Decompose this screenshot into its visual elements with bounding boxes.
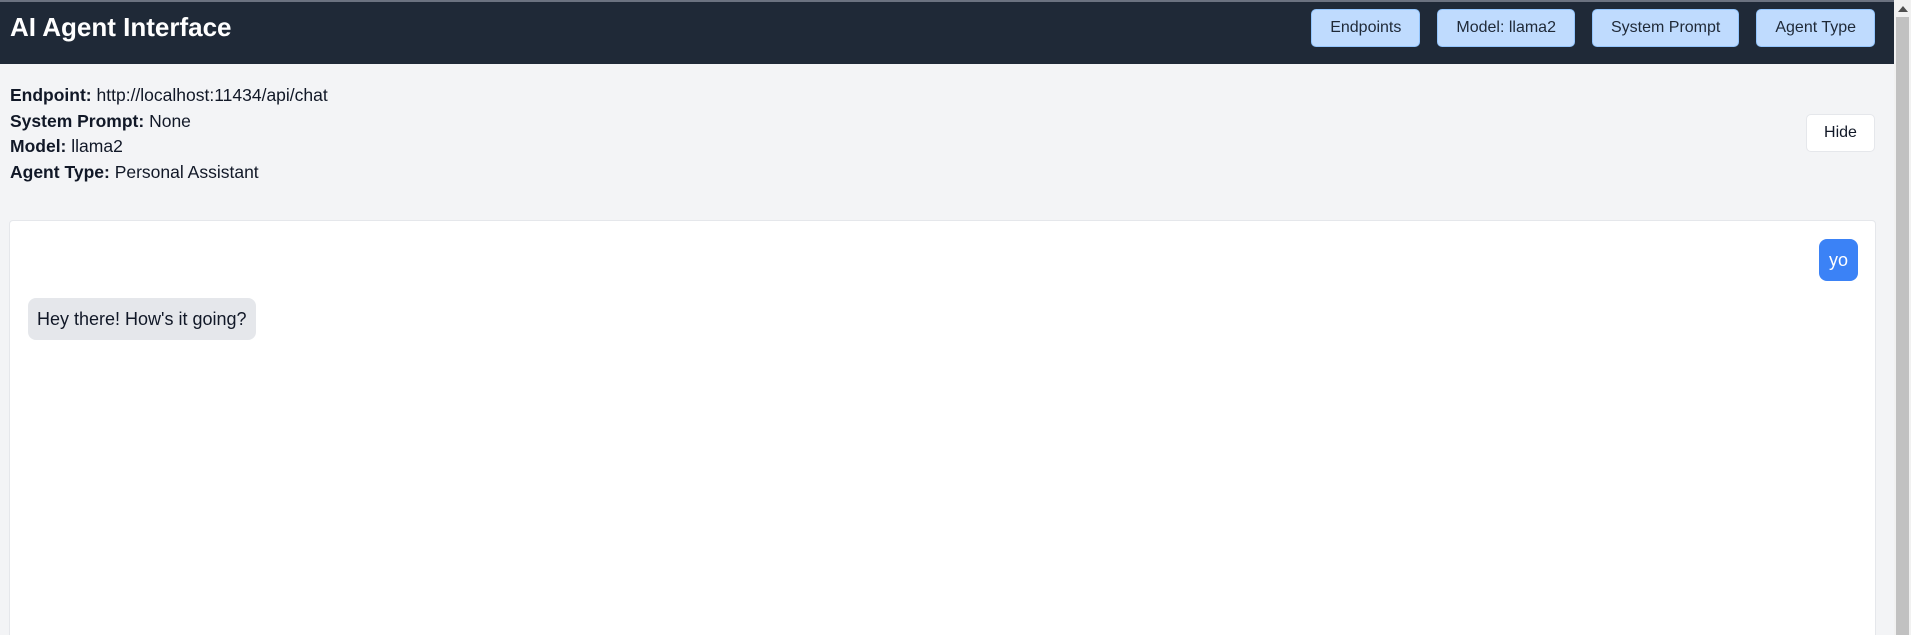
endpoint-info-value: http://localhost:11434/api/chat [96,85,328,105]
user-message-bubble: yo [1818,239,1858,281]
model-info-row: Model: llama2 [10,134,328,160]
agent-type-info-value: Personal Assistant [114,162,259,183]
hide-info-button[interactable]: Hide [1806,114,1875,152]
chat-messages-area[interactable]: yo Hey there! How's it going? [9,220,1876,635]
system-prompt-button[interactable]: System Prompt [1591,9,1740,47]
config-info-list: Endpoint: http://localhost:11434/api/cha… [10,83,328,186]
config-info-panel: Endpoint: http://localhost:11434/api/cha… [0,64,1894,202]
model-button[interactable]: Model: llama2 [1437,9,1575,47]
endpoint-info-row: Endpoint: http://localhost:11434/api/cha… [10,83,328,109]
page-scrollbar[interactable] [1894,0,1911,635]
system-prompt-info-label: System Prompt: [10,110,145,131]
agent-type-info-row: Agent Type: Personal Assistant [10,160,328,186]
model-info-label: Model: [10,136,67,157]
app-title: AI Agent Interface [10,12,232,42]
header-button-group: Endpoints Model: llama2 System Prompt Ag… [1311,9,1875,47]
app-page: AI Agent Interface Endpoints Model: llam… [0,0,1911,635]
system-prompt-info-value: None [149,110,191,131]
agent-type-info-label: Agent Type: [10,162,110,183]
system-prompt-info-row: System Prompt: None [10,109,328,135]
endpoint-info-label: Endpoint: [10,85,92,105]
scrollbar-thumb[interactable] [1896,17,1909,635]
agent-type-button[interactable]: Agent Type [1756,9,1875,47]
assistant-message-bubble: Hey there! How's it going? [28,298,256,340]
model-info-value: llama2 [71,136,123,157]
scroll-up-arrow-icon[interactable] [1898,6,1908,12]
top-nav-bar: AI Agent Interface Endpoints Model: llam… [0,0,1894,64]
endpoints-button[interactable]: Endpoints [1311,9,1421,47]
